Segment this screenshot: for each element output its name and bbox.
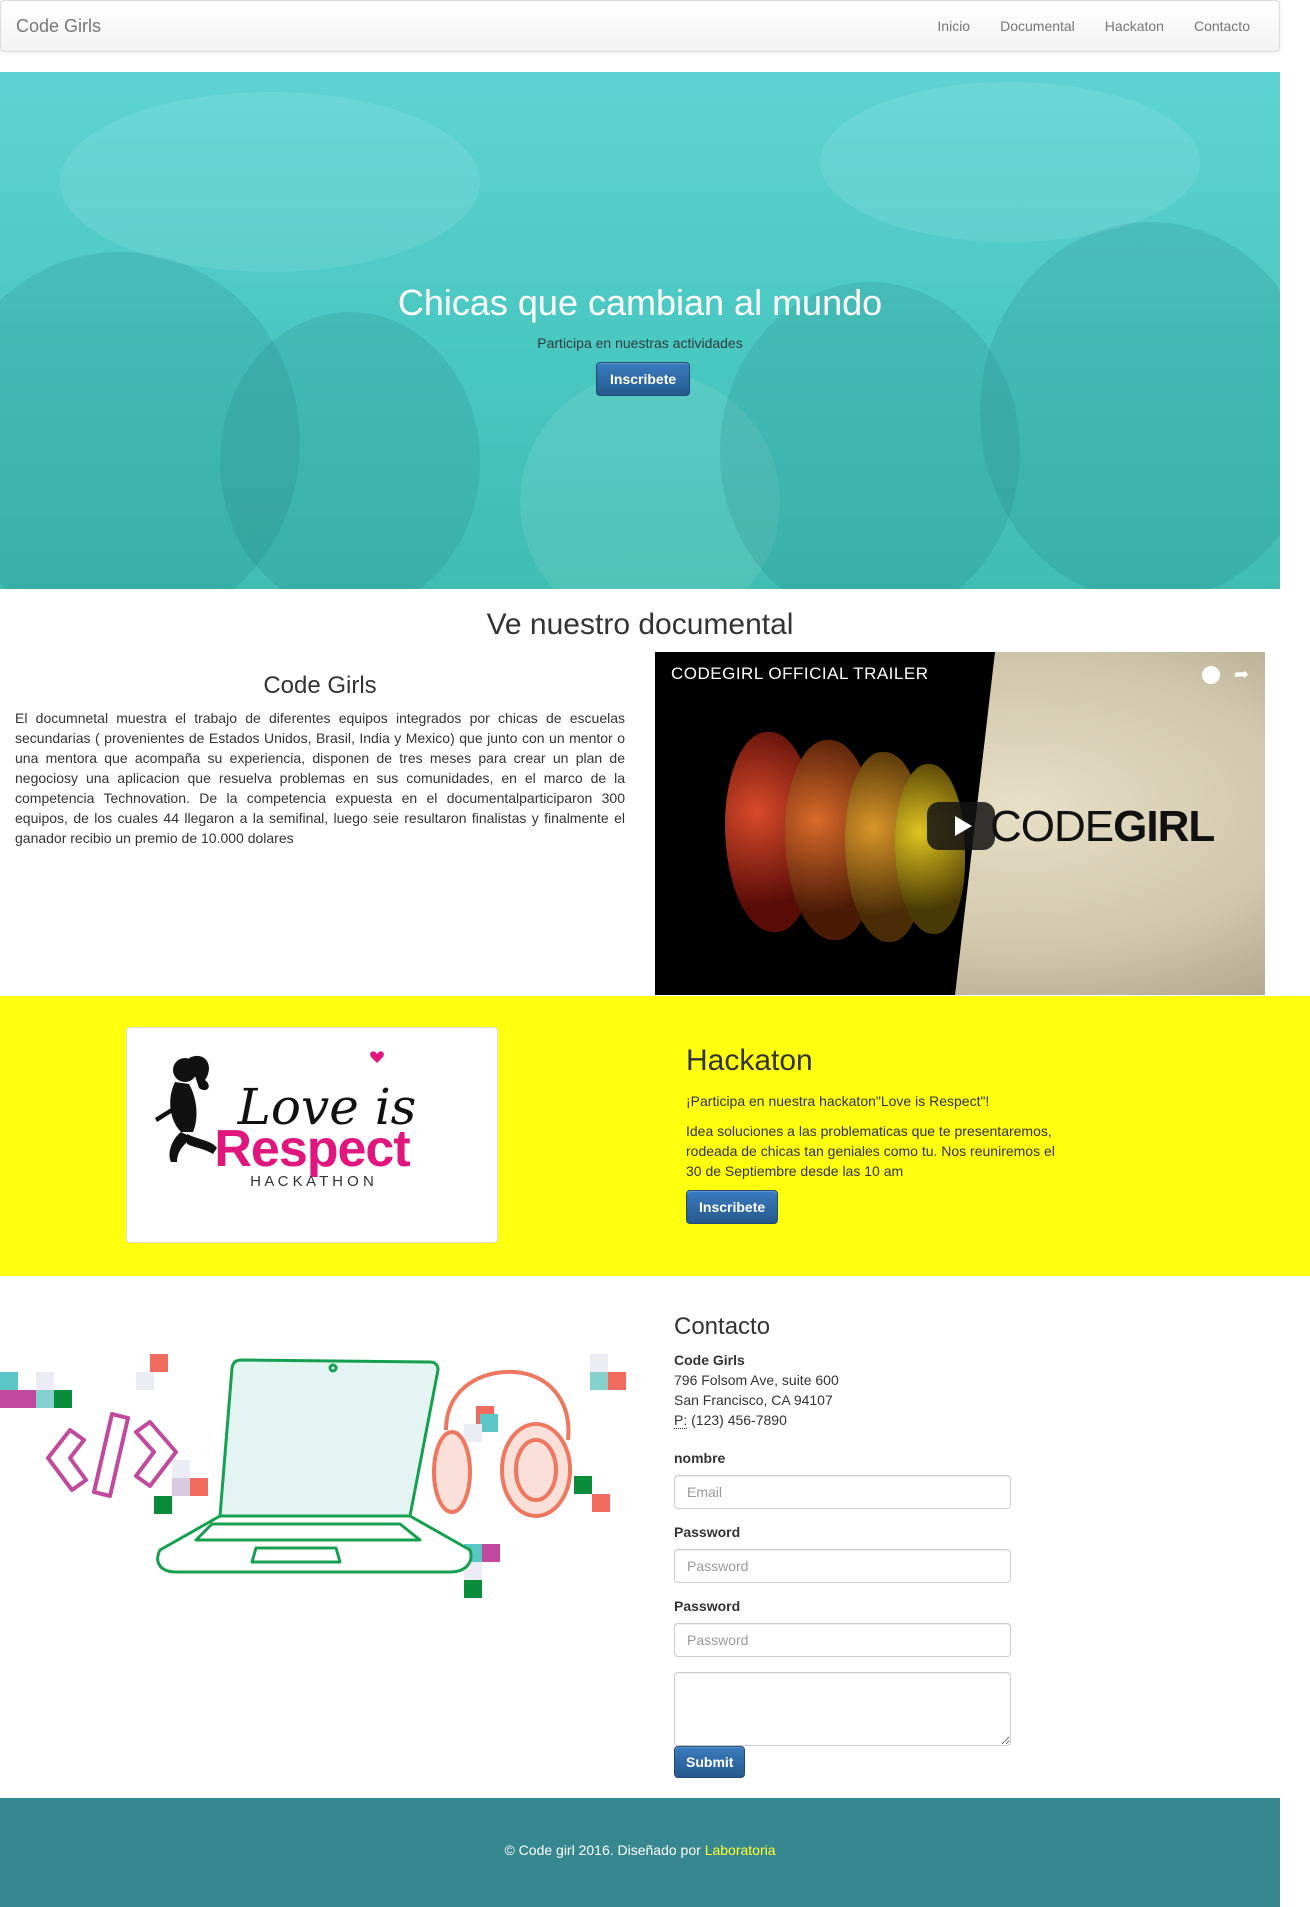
video-brand-logo: CODEGIRL — [990, 802, 1215, 852]
phone-abbr: P: — [674, 1412, 688, 1429]
documental-heading: Ve nuestro documental — [486, 608, 794, 641]
nav-item-inicio[interactable]: Inicio — [922, 1, 985, 51]
laptop-icon — [156, 1358, 473, 1574]
password-confirm-label: Password — [674, 1598, 741, 1614]
password-field[interactable] — [674, 1549, 1011, 1583]
hero-bg-shape — [220, 312, 480, 589]
nav-item-hackaton[interactable]: Hackaton — [1090, 1, 1179, 51]
hackaton-logo-card: Love is Respect H A C K A T H O N — [126, 1027, 498, 1243]
code-brackets-icon — [46, 1412, 178, 1498]
video-brand-light: CODE — [990, 802, 1114, 851]
share-icon[interactable]: ➦ — [1234, 664, 1249, 685]
footer-copyright: © Code girl 2016. Diseñado por — [504, 1842, 705, 1858]
contact-org: Code Girls — [674, 1352, 745, 1368]
hero-bg-shape — [980, 222, 1280, 589]
logo-bold-text: Respect — [214, 1120, 410, 1178]
video-icons: ➦ — [1201, 664, 1249, 685]
video-brand-bold: GIRL — [1113, 802, 1215, 851]
hackaton-section: Love is Respect H A C K A T H O N Hackat… — [0, 996, 1310, 1276]
footer-laboratoria-link[interactable]: Laboratoria — [705, 1842, 776, 1858]
love-is-respect-logo: Love is Respect H A C K A T H O N — [155, 1051, 416, 1190]
video-player[interactable]: CODEGIRL OFFICIAL TRAILER ➦ CODEGIRL — [655, 652, 1265, 995]
logo-spaced-text: H A C K A T H O N — [250, 1173, 374, 1190]
hero-banner: Chicas que cambian al mundo Participa en… — [0, 72, 1280, 589]
submit-button[interactable]: Submit — [674, 1746, 746, 1778]
message-textarea[interactable] — [674, 1672, 1011, 1746]
heart-icon — [370, 1051, 384, 1063]
brand-link[interactable]: Code Girls — [16, 16, 101, 37]
hero-signup-button[interactable]: Inscribete — [596, 362, 691, 396]
phone-number: (123) 456-7890 — [687, 1412, 787, 1428]
hero-bg-shape — [820, 82, 1200, 242]
documental-description: El documnetal muestra el trabajo de dife… — [15, 710, 625, 846]
email-field[interactable] — [674, 1475, 1011, 1509]
play-icon[interactable] — [927, 802, 995, 850]
hero-bg-shape — [60, 92, 480, 272]
footer-text: © Code girl 2016. Diseñado por Laborator… — [0, 1842, 1280, 1858]
watch-later-icon[interactable] — [1201, 666, 1220, 684]
nombre-label: nombre — [674, 1450, 726, 1466]
contact-address-line-1: 796 Folsom Ave, suite 600 — [674, 1372, 839, 1388]
hero-bg-shape — [720, 282, 1020, 589]
contact-title: Contacto — [674, 1313, 771, 1340]
footer: © Code girl 2016. Diseñado por Laborator… — [0, 1798, 1280, 1907]
girl-silhouette-icon — [155, 1055, 217, 1162]
hackaton-description: Idea soluciones a las problematicas que … — [686, 1123, 1055, 1179]
hero-subtitle: Participa en nuestras actividades — [537, 335, 743, 351]
password-label: Password — [674, 1524, 741, 1540]
headphones-icon — [432, 1369, 572, 1518]
video-title: CODEGIRL OFFICIAL TRAILER — [671, 664, 929, 683]
contact-phone: P: (123) 456-7890 — [674, 1410, 839, 1430]
password-confirm-field[interactable] — [674, 1623, 1011, 1657]
hackaton-title: Hackaton — [686, 1044, 813, 1077]
documental-subheading: Code Girls — [263, 672, 377, 699]
laptop-illustration — [0, 1354, 626, 1598]
contact-address-line-2: San Francisco, CA 94107 — [674, 1392, 833, 1408]
contact-address: Code Girls 796 Folsom Ave, suite 600 San… — [674, 1350, 839, 1430]
nav-item-contacto[interactable]: Contacto — [1179, 1, 1265, 51]
nav-item-documental[interactable]: Documental — [985, 1, 1090, 51]
nav-links: Inicio Documental Hackaton Contacto — [922, 1, 1265, 51]
navbar: Code Girls Inicio Documental Hackaton Co… — [0, 0, 1280, 52]
hero-title: Chicas que cambian al mundo — [397, 282, 883, 323]
hackaton-signup-button[interactable]: Inscribete — [686, 1190, 779, 1224]
hackaton-intro: ¡Participa en nuestra hackaton"Love is R… — [686, 1093, 990, 1109]
